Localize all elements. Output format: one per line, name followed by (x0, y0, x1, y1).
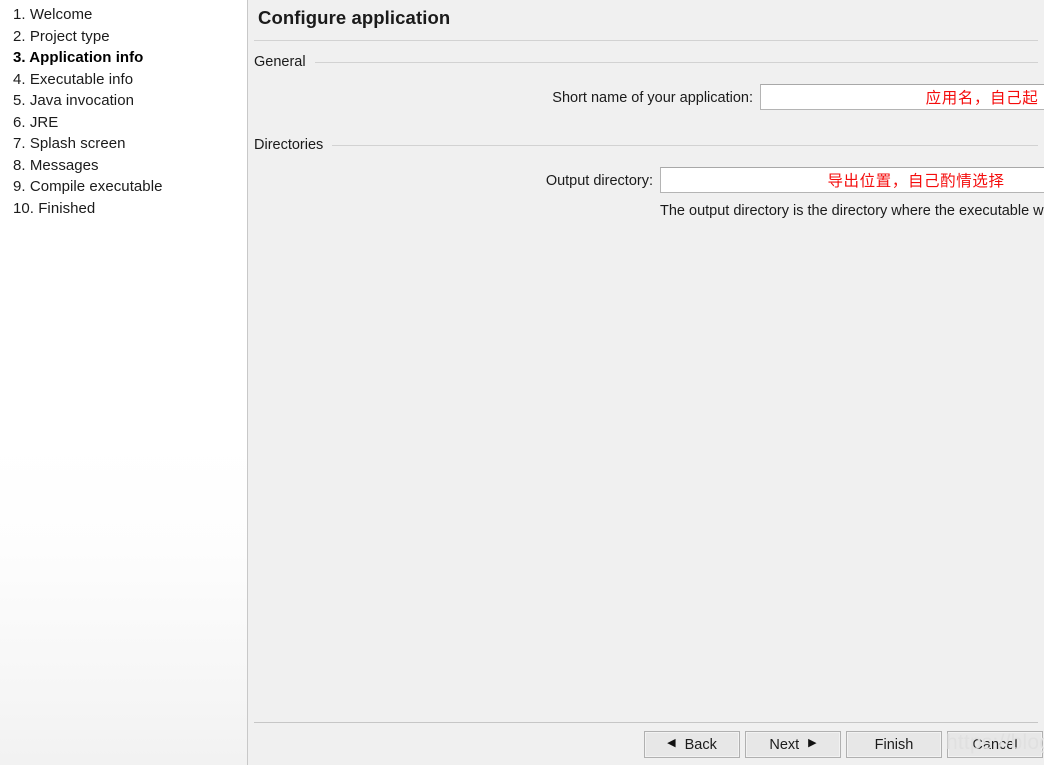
output-directory-value: 导出位置，自己酌情选择 (827, 173, 1005, 190)
sidebar-step-compile-executable[interactable]: 9. Compile executable (13, 176, 243, 198)
sidebar-step-jre[interactable]: 6. JRE (13, 112, 243, 134)
title-divider (254, 40, 1038, 41)
group-label-directories: Directories (254, 137, 324, 153)
wizard-step-sidebar: 1. Welcome 2. Project type 3. Applicatio… (0, 0, 248, 765)
sidebar-step-splash-screen[interactable]: 7. Splash screen (13, 133, 243, 155)
sidebar-step-welcome[interactable]: 1. Welcome (13, 4, 243, 26)
group-rule-directories (332, 144, 1038, 146)
back-button-label: Back (684, 736, 717, 753)
group-rule-general (314, 61, 1038, 63)
wizard-step-list: 1. Welcome 2. Project type 3. Applicatio… (13, 4, 243, 219)
sidebar-step-executable-info[interactable]: 4. Executable info (13, 69, 243, 91)
group-label-general: General (254, 54, 306, 70)
sidebar-step-java-invocation[interactable]: 5. Java invocation (13, 90, 243, 112)
output-directory-input[interactable]: 导出位置，自己酌情选择 (660, 167, 1044, 193)
output-directory-label: Output directory: (545, 173, 653, 189)
back-button[interactable]: ◀ Back (644, 731, 740, 758)
group-header-directories: Directories (254, 137, 1038, 153)
sidebar-step-messages[interactable]: 8. Messages (13, 155, 243, 177)
cancel-button[interactable]: Cancel (947, 731, 1043, 758)
sidebar-step-finished[interactable]: 10. Finished (13, 198, 243, 220)
output-directory-hint: The output directory is the directory wh… (660, 203, 1044, 219)
next-button-label: Next (769, 736, 800, 753)
footer-divider (254, 722, 1038, 723)
group-header-general: General (254, 54, 1038, 70)
finish-button[interactable]: Finish (846, 731, 942, 758)
short-name-input[interactable]: 应用名，自己起 (760, 84, 1044, 110)
short-name-value: 应用名，自己起 (925, 90, 1039, 107)
page-title: Configure application (258, 7, 451, 28)
triangle-right-icon: ▶ (808, 737, 817, 749)
sidebar-step-project-type[interactable]: 2. Project type (13, 26, 243, 48)
short-name-label: Short name of your application: (552, 90, 753, 106)
sidebar-step-application-info[interactable]: 3. Application info (13, 47, 243, 69)
wizard-main-panel: Configure application General Short name… (248, 0, 1044, 765)
exe4j-wizard-window: 1. Welcome 2. Project type 3. Applicatio… (0, 0, 1044, 765)
next-button[interactable]: Next ▶ (745, 731, 841, 758)
triangle-left-icon: ◀ (667, 737, 676, 749)
wizard-button-bar: ◀ Back Next ▶ Finish Cancel (644, 731, 1043, 758)
